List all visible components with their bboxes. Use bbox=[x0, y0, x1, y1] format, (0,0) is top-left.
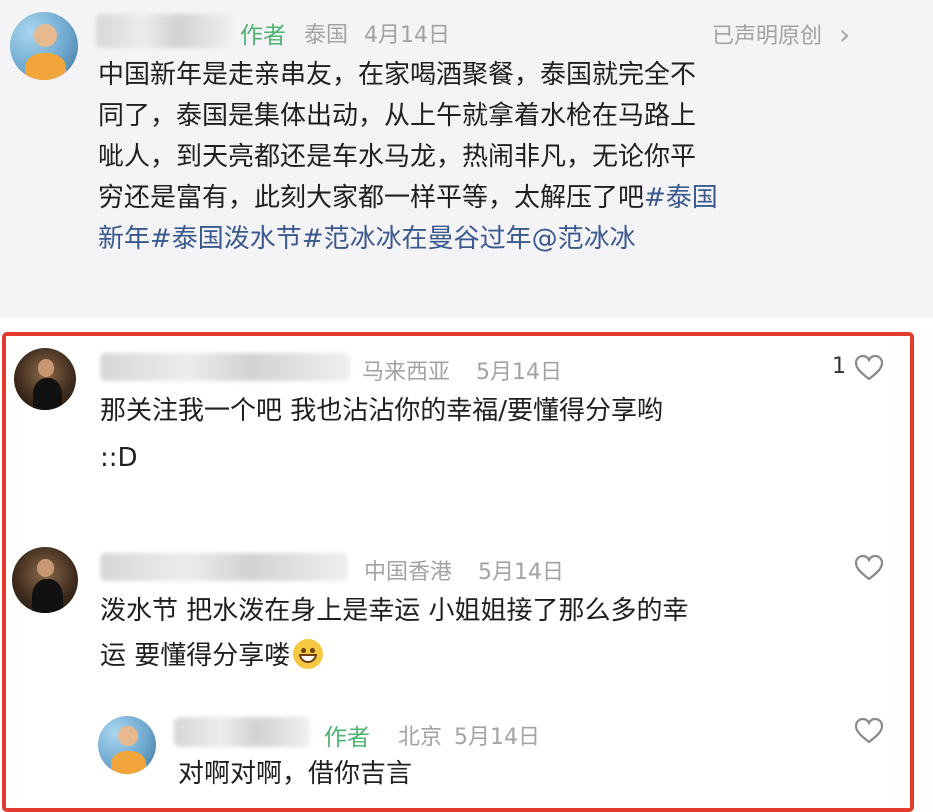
blurred-username[interactable] bbox=[100, 553, 348, 581]
comment-line: 那关注我一个吧 我也沾沾你的幸福/要懂得分享哟 bbox=[100, 396, 664, 426]
comment-line: 泼水节 把水泼在身上是幸运 小姐姐接了那么多的幸 bbox=[100, 596, 689, 626]
post-line-text: 穷还是富有，此刻大家都一样平等，太解压了吧 bbox=[98, 183, 645, 213]
post-line: 同了，泰国是集体出动，从上午就拿着水枪在马路上 bbox=[98, 101, 697, 131]
grinning-face-emoji bbox=[293, 639, 324, 669]
post-line: 穷还是富有，此刻大家都一样平等，太解压了吧#泰国 bbox=[98, 178, 918, 219]
hashtag-link[interactable]: #泰国 bbox=[644, 183, 718, 213]
author-badge: 作者 bbox=[240, 23, 286, 49]
blurred-username[interactable] bbox=[174, 717, 310, 747]
heart-icon[interactable] bbox=[854, 354, 884, 382]
hashtag-line[interactable]: 新年#泰国泼水节#范冰冰在曼谷过年@范冰冰 bbox=[98, 219, 918, 260]
reply-date: 5月14日 bbox=[454, 725, 540, 750]
like-count: 1 bbox=[832, 354, 846, 379]
author-badge: 作者 bbox=[324, 725, 370, 751]
author-avatar[interactable] bbox=[98, 716, 156, 774]
comment-date: 5月14日 bbox=[476, 360, 562, 385]
comment-line-text: 运 要懂得分享喽 bbox=[100, 641, 291, 671]
author-avatar[interactable] bbox=[10, 12, 78, 80]
post-date: 4月14日 bbox=[364, 23, 450, 48]
post-line: 呲人，到天亮都还是车水马龙，热闹非凡，无论你平 bbox=[98, 142, 697, 172]
blurred-username[interactable] bbox=[96, 14, 232, 48]
original-declared-link[interactable]: 已声明原创 › bbox=[712, 17, 851, 51]
blurred-username[interactable] bbox=[100, 353, 350, 381]
comment-location: 中国香港 bbox=[364, 560, 453, 585]
comment-line: 运 要懂得分享喽 bbox=[100, 636, 900, 677]
post-body: 中国新年是走亲串友，在家喝酒聚餐，泰国就完全不 同了，泰国是集体出动，从上午就拿… bbox=[98, 55, 918, 260]
comment-body: 那关注我一个吧 我也沾沾你的幸福/要懂得分享哟 ::D bbox=[100, 391, 900, 479]
comment-location: 马来西亚 bbox=[362, 360, 451, 385]
commenter-avatar[interactable] bbox=[14, 348, 76, 410]
comment-date: 5月14日 bbox=[478, 560, 564, 585]
heart-icon[interactable] bbox=[854, 717, 884, 745]
comment-line: ::D bbox=[100, 443, 138, 473]
chevron-right-icon: › bbox=[839, 18, 851, 51]
reply-location: 北京 bbox=[398, 725, 443, 750]
post-line: 中国新年是走亲串友，在家喝酒聚餐，泰国就完全不 bbox=[98, 60, 697, 90]
reply-body: 对啊对啊，借你吉言 bbox=[178, 759, 413, 789]
original-post: 作者 泰国 4月14日 已声明原创 › 中国新年是走亲串友，在家喝酒聚餐，泰国就… bbox=[0, 0, 933, 318]
post-location: 泰国 bbox=[304, 23, 349, 48]
original-declared-label: 已声明原创 bbox=[712, 24, 823, 49]
heart-icon[interactable] bbox=[854, 554, 884, 582]
commenter-avatar[interactable] bbox=[12, 547, 78, 613]
comment-body: 泼水节 把水泼在身上是幸运 小姐姐接了那么多的幸 运 要懂得分享喽 bbox=[100, 591, 900, 677]
